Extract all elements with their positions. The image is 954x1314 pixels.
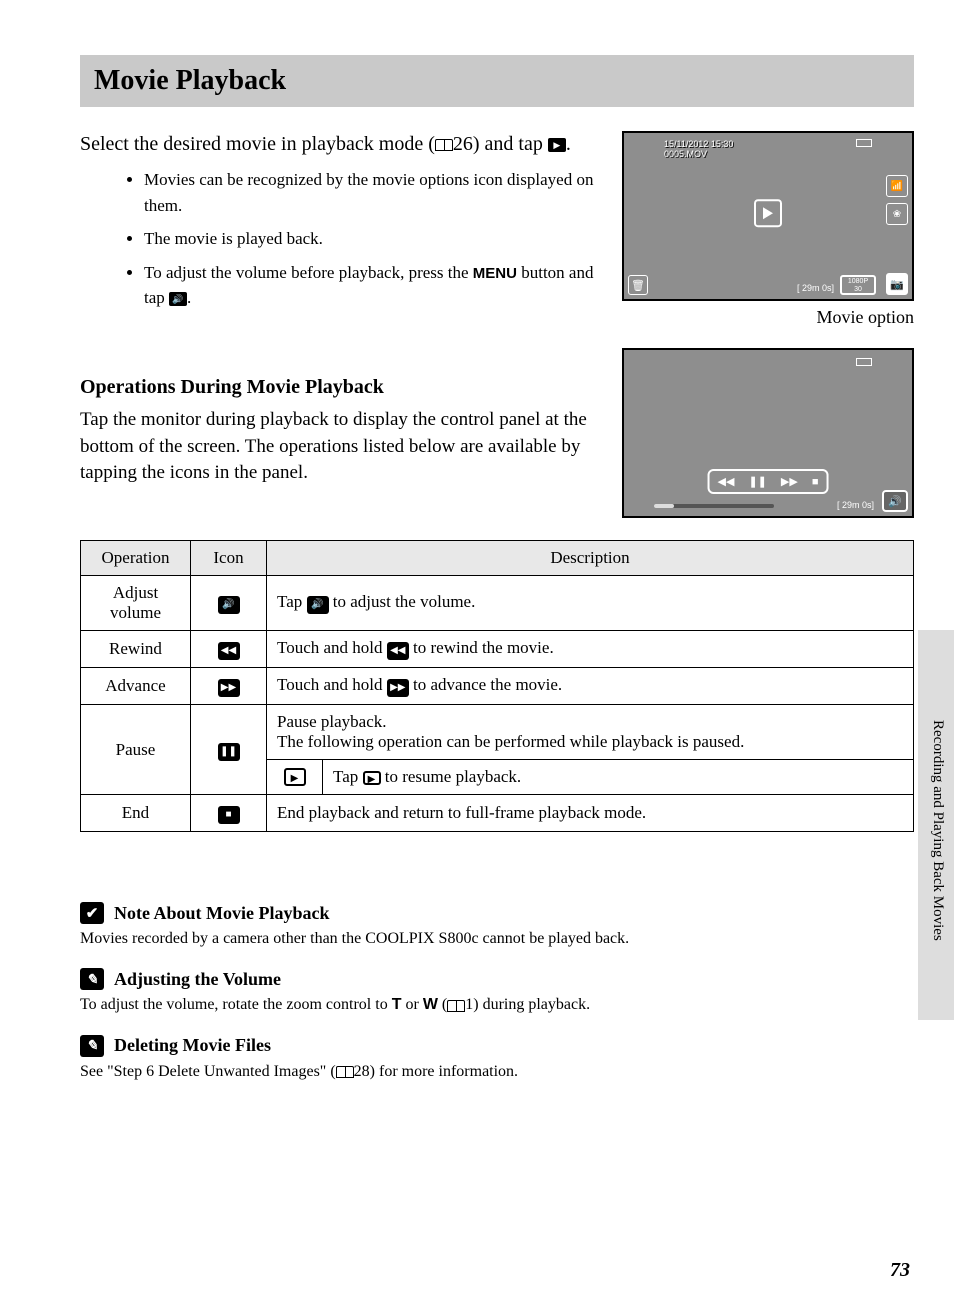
resume-desc: Tap ▶ to resume playback.: [323, 760, 913, 794]
ss1-date: 15/11/2012 15:30: [664, 139, 733, 149]
note-1-head: ✔ Note About Movie Playback: [80, 902, 914, 924]
play-icon: ▶: [548, 138, 566, 152]
section-title: Movie Playback: [94, 65, 900, 97]
operations-block: Operations During Movie Playback Tap the…: [80, 348, 914, 518]
stop-icon: ■: [218, 806, 240, 824]
side-chapter-label: Recording and Playing Back Movies: [929, 720, 946, 941]
pause-icon: ❚❚: [218, 743, 240, 761]
note-2-body: To adjust the volume, rotate the zoom co…: [80, 994, 914, 1016]
section-title-bar: Movie Playback: [80, 55, 914, 107]
bullet-1: Movies can be recognized by the movie op…: [144, 167, 602, 218]
camera-screenshot-2: ◀◀ ❚❚ ▶▶ ■ [ 29m 0s] 🔊: [622, 348, 914, 518]
row-advance: Advance ▶▶ Touch and hold ▶▶ to advance …: [81, 668, 914, 705]
volume-adjust-icon: 🔊: [218, 596, 240, 614]
ss2-advance-icon: ▶▶: [781, 475, 798, 488]
op-rewind: Rewind: [81, 631, 191, 668]
resume-play-icon: ▶: [284, 768, 306, 786]
op-pause: Pause: [81, 705, 191, 795]
pause-desc-1: Pause playback.: [277, 712, 387, 731]
note-3-head: ✎ Deleting Movie Files: [80, 1035, 914, 1057]
rewind-icon-inline: ◀◀: [387, 642, 409, 660]
note-2-title: Adjusting the Volume: [114, 969, 281, 990]
row-volume: Adjust volume 🔊 Tap 🔊 to adjust the volu…: [81, 576, 914, 631]
note-1-title: Note About Movie Playback: [114, 903, 330, 924]
operations-heading: Operations During Movie Playback: [80, 376, 602, 399]
operations-table: Operation Icon Description Adjust volume…: [80, 540, 914, 832]
row-rewind: Rewind ◀◀ Touch and hold ◀◀ to rewind th…: [81, 631, 914, 668]
ss1-play-button: [754, 199, 782, 227]
row-pause: Pause ❚❚ Pause playback. The following o…: [81, 705, 914, 795]
ss2-rewind-icon: ◀◀: [718, 475, 735, 488]
instr-suffix: ) and tap: [473, 133, 548, 155]
ss1-battery-icon: [856, 139, 872, 147]
screenshot-1-caption: Movie option: [622, 307, 914, 328]
pause-desc-2: The following operation can be performed…: [277, 732, 744, 751]
ss1-camera-mode-icon: 📷: [886, 273, 908, 295]
volume-adjust-icon-inline: 🔊: [307, 596, 329, 614]
th-operation: Operation: [81, 541, 191, 576]
pencil-icon-2: ✎: [80, 1035, 104, 1057]
ss1-trash-icon: 🗑: [628, 275, 648, 295]
desc-rewind: Touch and hold ◀◀ to rewind the movie.: [267, 631, 914, 668]
instr-prefix: Select the desired movie in playback mod…: [80, 133, 435, 155]
desc-volume: Tap 🔊 to adjust the volume.: [267, 576, 914, 631]
ss2-battery-icon: [856, 358, 872, 366]
ss2-time: [ 29m 0s]: [837, 500, 874, 510]
note-3-body: See "Step 6 Delete Unwanted Images" (28)…: [80, 1061, 914, 1083]
row-end: End ■ End playback and return to full-fr…: [81, 795, 914, 832]
intro-block: Select the desired movie in playback mod…: [80, 131, 914, 328]
zoom-w: W: [423, 996, 438, 1013]
th-description: Description: [267, 541, 914, 576]
desc-advance: Touch and hold ▶▶ to advance the movie.: [267, 668, 914, 705]
advance-icon-inline: ▶▶: [387, 679, 409, 697]
camera-screenshot-1: 15/11/2012 15:30 0005.MOV 📶 ❀ 🗑 [ 29m 0s…: [622, 131, 914, 301]
bullet-2: The movie is played back.: [144, 226, 602, 252]
note-2-head: ✎ Adjusting the Volume: [80, 968, 914, 990]
instruction-line: Select the desired movie in playback mod…: [80, 131, 602, 157]
note-3-title: Deleting Movie Files: [114, 1035, 271, 1056]
op-end: End: [81, 795, 191, 832]
bullet-list: Movies can be recognized by the movie op…: [144, 167, 602, 311]
check-icon: ✔: [80, 902, 104, 924]
operations-body: Tap the monitor during playback to displ…: [80, 407, 602, 487]
pencil-icon: ✎: [80, 968, 104, 990]
instr-ref: 26: [453, 133, 473, 155]
advance-icon: ▶▶: [218, 679, 240, 697]
rewind-icon: ◀◀: [218, 642, 240, 660]
desc-end: End playback and return to full-frame pl…: [267, 795, 914, 832]
book-ref-icon-2: [447, 1000, 465, 1012]
ss1-time: [ 29m 0s]: [797, 283, 834, 293]
ss2-control-panel: ◀◀ ❚❚ ▶▶ ■: [708, 469, 829, 494]
screenshot-1-wrap: 15/11/2012 15:30 0005.MOV 📶 ❀ 🗑 [ 29m 0s…: [622, 131, 914, 328]
bullet-3-pre: To adjust the volume before playback, pr…: [144, 263, 473, 282]
desc-pause: Pause playback. The following operation …: [267, 705, 914, 795]
menu-button-label: MENU: [473, 265, 517, 282]
ss1-resolution-badge: 1080P30: [840, 275, 876, 295]
ss2-stop-icon: ■: [812, 476, 819, 488]
ss2-progress-bar: [654, 504, 774, 508]
ss1-macro-icon: ❀: [886, 203, 908, 225]
book-ref-icon: [435, 139, 453, 151]
note-1-body: Movies recorded by a camera other than t…: [80, 928, 914, 950]
op-advance: Advance: [81, 668, 191, 705]
bullet-3: To adjust the volume before playback, pr…: [144, 260, 602, 311]
ss1-filename: 0005.MOV: [664, 149, 707, 159]
volume-icon: 🔊: [169, 292, 187, 306]
ss1-wifi-off-icon: 📶: [886, 175, 908, 197]
screenshot-2-wrap: ◀◀ ❚❚ ▶▶ ■ [ 29m 0s] 🔊: [622, 348, 914, 518]
ss2-volume-button: 🔊: [882, 490, 908, 512]
th-icon: Icon: [191, 541, 267, 576]
op-volume: Adjust volume: [81, 576, 191, 631]
resume-play-icon-inline: ▶: [363, 771, 381, 785]
book-ref-icon-3: [336, 1066, 354, 1078]
page-number: 73: [890, 1259, 910, 1282]
notes-section: ✔ Note About Movie Playback Movies recor…: [80, 902, 914, 1083]
ss2-pause-icon: ❚❚: [748, 475, 766, 488]
